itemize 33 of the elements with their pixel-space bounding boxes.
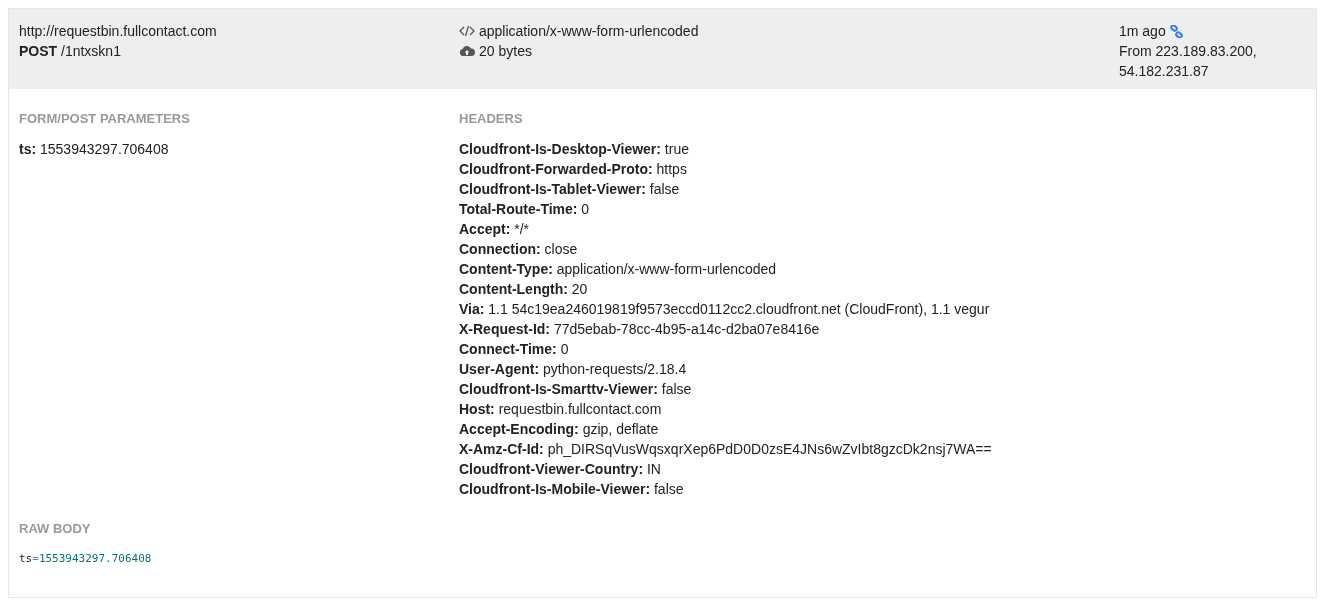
header-line: Cloudfront-Is-Smarttv-Viewer: false [459, 380, 693, 399]
cloud-upload-icon [459, 45, 475, 57]
header-line: Content-Length: 20 [459, 280, 589, 299]
request-time: 1m ago [1119, 22, 1166, 41]
body-size: 20 bytes [479, 42, 532, 61]
content-type: application/x-www-form-urlencoded [479, 22, 699, 41]
header-line: Cloudfront-Viewer-Country: IN [459, 460, 662, 479]
header-line: Content-Type: application/x-www-form-urlencoded [459, 260, 778, 279]
header-line: Accept-Encoding: gzip, deflate [459, 420, 660, 439]
code-icon [459, 25, 475, 37]
header-line: Cloudfront-Is-Tablet-Viewer: false [459, 180, 681, 199]
header-line: Total-Route-Time: 0 [459, 200, 591, 219]
header-line: User-Agent: python-requests/2.18.4 [459, 360, 688, 379]
request-line: POST /1ntxskn1 [19, 42, 122, 61]
source-address: 54.182.231.87 [1119, 62, 1210, 81]
header-line: Cloudfront-Is-Mobile-Viewer: false [459, 480, 685, 499]
section-title: HEADERS [459, 110, 524, 128]
bin-url: http://requestbin.fullcontact.com [19, 22, 218, 41]
header-line: Accept: */* [459, 220, 531, 239]
header-line: X-Request-Id: 77d5ebab-78cc-4b95-a14c-d2ba07e8416e [459, 320, 821, 339]
section-title: RAW BODY [19, 520, 92, 538]
header-line: Via: 1.1 54c19ea246019819f9573eccd0112cc2.cloudfront.net (CloudFront), 1.1 vegur [459, 300, 991, 319]
header-line: Connection: close [459, 240, 579, 259]
header-line: Connect-Time: 0 [459, 340, 570, 359]
source-address: From 223.189.83.200, [1119, 42, 1258, 61]
form-parameter: ts: 1553943297.706408 [19, 140, 170, 159]
header-line: Cloudfront-Forwarded-Proto: https [459, 160, 688, 179]
header-line: Host: requestbin.fullcontact.com [459, 400, 663, 419]
raw-body-text: ts=1553943297.706408 [19, 551, 152, 567]
header-line: X-Amz-Cf-Id: ph_DIRSqVusWqsxqrXep6PdD0D0zsE4JNs6wZvIbt8gzcDk2nsj7WA== [459, 440, 993, 459]
link-icon[interactable] [1169, 24, 1183, 38]
section-title: FORM/POST PARAMETERS [19, 110, 191, 128]
header-line: Cloudfront-Is-Desktop-Viewer: true [459, 140, 690, 159]
